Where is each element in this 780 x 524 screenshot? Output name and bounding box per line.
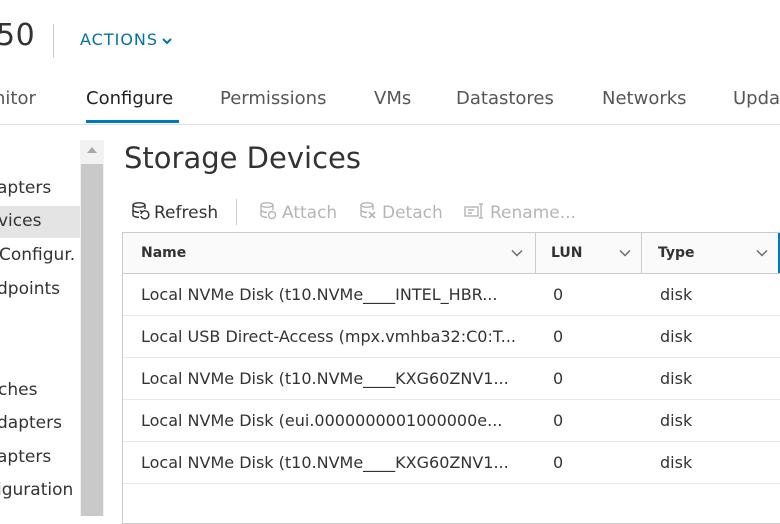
sidebar-item-physical-adapters[interactable]: dapters <box>0 413 62 433</box>
tab-vms[interactable]: VMs <box>374 88 411 109</box>
chevron-down-icon[interactable] <box>511 233 523 273</box>
cell-name: Local USB Direct-Access (mpx.vmhba32:C0:… <box>141 327 516 346</box>
rename-button[interactable]: Rename... <box>464 201 576 223</box>
table-row[interactable]: Local NVMe Disk (t10.NVMe____KXG60ZNV1..… <box>123 442 780 484</box>
detach-icon <box>360 202 376 219</box>
cell-type: disk <box>660 285 693 304</box>
refresh-button[interactable]: Refresh <box>130 201 218 223</box>
cell-type: disk <box>660 327 693 346</box>
column-type-label: Type <box>658 245 695 261</box>
tab-permissions[interactable]: Permissions <box>220 88 326 109</box>
active-tab-indicator <box>86 120 179 123</box>
sidebar-item-switches[interactable]: ches <box>0 380 37 400</box>
refresh-label: Refresh <box>154 203 219 223</box>
chevron-down-icon[interactable] <box>619 233 631 273</box>
tab-bar: nitor Configure Permissions VMs Datastor… <box>0 84 780 125</box>
host-title: 50 <box>0 18 36 53</box>
sidebar-item-configuration[interactable]: Configur. <box>0 245 75 265</box>
attach-icon <box>260 202 277 220</box>
sidebar-scroll-thumb[interactable] <box>81 164 103 516</box>
cell-name: Local NVMe Disk (t10.NVMe____INTEL_HBR..… <box>141 285 498 304</box>
table-row[interactable]: Local USB Direct-Access (mpx.vmhba32:C0:… <box>123 316 780 358</box>
chevron-down-icon[interactable] <box>756 233 768 273</box>
column-header-type[interactable]: Type <box>658 233 778 273</box>
detach-button[interactable]: Detach <box>358 201 443 223</box>
tab-updates[interactable]: Upda <box>733 88 780 109</box>
table-row[interactable]: Local NVMe Disk (eui.0000000001000000e..… <box>123 400 780 442</box>
tab-monitor[interactable]: nitor <box>0 88 36 109</box>
cell-lun: 0 <box>553 411 564 430</box>
cell-type: disk <box>660 369 693 388</box>
column-name-label: Name <box>141 245 187 261</box>
cell-lun: 0 <box>553 285 564 304</box>
column-header-name[interactable]: Name <box>141 233 531 273</box>
rename-label: Rename... <box>490 203 576 223</box>
cell-lun: 0 <box>553 369 564 388</box>
sidebar-item-endpoints[interactable]: dpoints <box>0 279 60 299</box>
page-title: Storage Devices <box>124 141 361 175</box>
table-row[interactable]: Local NVMe Disk (t10.NVMe____INTEL_HBR..… <box>123 274 780 316</box>
refresh-icon <box>132 202 150 220</box>
sidebar-item-adapters[interactable]: apters <box>0 178 51 198</box>
storage-devices-grid: Name LUN Type Local NVMe Disk (t10.NVMe_… <box>122 232 780 524</box>
sidebar-item-devices[interactable]: vices <box>0 211 41 231</box>
cell-name: Local NVMe Disk (eui.0000000001000000e..… <box>141 411 503 430</box>
rename-icon <box>464 203 483 219</box>
column-resize-handle[interactable] <box>641 233 642 273</box>
table-row[interactable]: Local NVMe Disk (t10.NVMe____KXG60ZNV1..… <box>123 358 780 400</box>
column-lun-label: LUN <box>551 245 583 261</box>
sidebar-item-tcpip-configuration[interactable]: iguration <box>0 480 73 500</box>
column-header-lun[interactable]: LUN <box>551 233 641 273</box>
grid-header: Name LUN Type <box>123 233 780 274</box>
detach-label: Detach <box>382 203 443 223</box>
sidebar-item-vmkernel-adapters[interactable]: apters <box>0 447 51 467</box>
column-resize-handle[interactable] <box>535 233 536 273</box>
attach-button[interactable]: Attach <box>258 201 337 223</box>
tab-datastores[interactable]: Datastores <box>456 88 554 109</box>
cell-name: Local NVMe Disk (t10.NVMe____KXG60ZNV1..… <box>141 369 509 388</box>
chevron-down-icon <box>162 37 172 44</box>
scroll-up-icon[interactable] <box>86 145 98 155</box>
actions-menu-button[interactable]: ACTIONS <box>80 30 172 49</box>
actions-label: ACTIONS <box>80 30 159 49</box>
tab-networks[interactable]: Networks <box>602 88 687 109</box>
attach-label: Attach <box>282 203 338 223</box>
cell-type: disk <box>660 453 693 472</box>
cell-lun: 0 <box>553 453 564 472</box>
cell-lun: 0 <box>553 327 564 346</box>
header-divider <box>53 24 54 58</box>
tab-configure[interactable]: Configure <box>86 88 173 109</box>
cell-name: Local NVMe Disk (t10.NVMe____KXG60ZNV1..… <box>141 453 509 472</box>
cell-type: disk <box>660 411 693 430</box>
toolbar-divider <box>236 199 237 225</box>
